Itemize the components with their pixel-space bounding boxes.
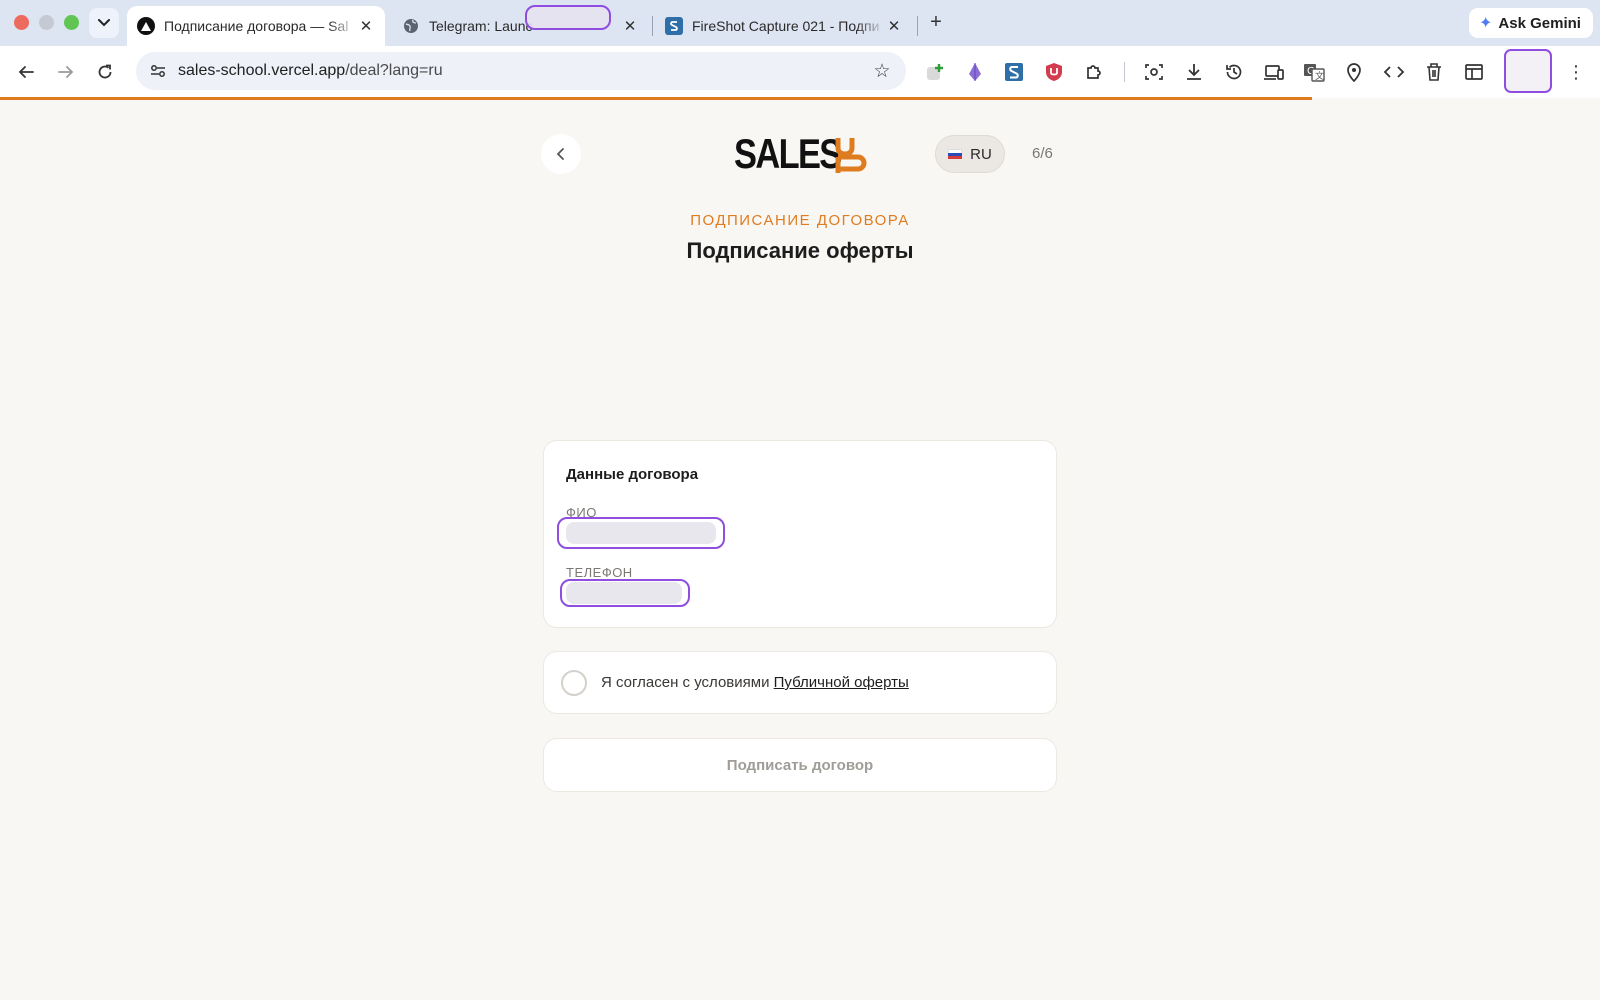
page-title: Подписание оферты [686,238,914,263]
new-tab-button[interactable]: + [925,11,947,33]
ask-gemini-label: Ask Gemini [1498,14,1581,32]
window-maximize-button[interactable] [64,15,79,30]
extensions-puzzle-icon[interactable] [1081,59,1107,85]
arrow-right-icon [58,66,74,78]
fireshot-icon [665,17,683,35]
vercel-triangle-icon [137,17,155,35]
russia-flag-icon [948,149,963,159]
site-settings-icon[interactable] [148,61,168,81]
logo-text: SALES [734,130,842,177]
reload-button[interactable] [91,58,119,86]
extension-add-icon[interactable] [922,59,948,85]
forward-button[interactable] [52,58,80,86]
tab-close-icon[interactable]: ✕ [621,17,639,35]
language-code: RU [970,145,992,163]
code-icon[interactable] [1381,59,1407,85]
contract-data-title: Данные договора [566,466,699,483]
location-pin-icon[interactable] [1341,59,1367,85]
ask-gemini-button[interactable]: ✦ Ask Gemini [1469,8,1593,38]
browser-toolbar: sales-school.vercel.app/deal?lang=ru ☆ G… [0,46,1600,98]
consent-text: Я согласен с условиями Публичной оферты [601,674,909,691]
page-load-progress-fill [0,97,1312,100]
toolbar-divider [1124,62,1125,82]
redaction-overlay [557,517,725,549]
tab-title: Подписание договора — Sal [164,18,349,34]
url-text: sales-school.vercel.app/deal?lang=ru [178,62,870,80]
browser-menu-icon[interactable]: ⋮ [1567,59,1585,85]
window-close-button[interactable] [14,15,29,30]
tab-fireshot[interactable]: FireShot Capture 021 - Подпи ✕ [655,6,913,46]
reload-icon [98,64,112,79]
extension-crystal-icon[interactable] [962,59,988,85]
tab-divider [652,16,653,36]
back-button[interactable] [12,58,40,86]
sign-contract-label: Подписать договор [726,756,874,774]
back-step-button[interactable] [541,134,581,174]
url-path: /deal?lang=ru [345,62,443,79]
fireshot-icon[interactable] [1001,59,1027,85]
tab-title: FireShot Capture 021 - Подпи [692,18,880,34]
gemini-sparkle-icon: ✦ [1479,15,1493,32]
tab-search-button[interactable] [89,8,119,38]
language-switcher[interactable]: RU [935,135,1005,173]
phone-label: ТЕЛЕФОН [566,565,633,580]
chevron-left-icon [556,148,564,160]
consent-label: Я согласен с условиями [601,674,774,691]
history-icon[interactable] [1221,59,1247,85]
screenshot-icon[interactable] [1141,59,1167,85]
profile-avatar-redacted[interactable] [1504,49,1552,93]
tab-close-icon[interactable]: ✕ [357,17,375,35]
arrow-left-icon [18,66,34,78]
chevron-down-icon [98,19,110,27]
window-minimize-button[interactable] [39,15,54,30]
devices-icon[interactable] [1261,59,1287,85]
tab-strip: Подписание договора — Sal ✕ Telegram: La… [0,0,1600,46]
layout-icon[interactable] [1461,59,1487,85]
sign-contract-button[interactable]: Подписать договор [543,738,1057,792]
public-offer-link[interactable]: Публичной оферты [774,674,909,691]
ublock-icon[interactable] [1041,59,1067,85]
globe-icon [402,17,420,35]
tab-close-icon[interactable]: ✕ [885,17,903,35]
contract-data-card: Данные договора ФИО ТЕЛЕФОН [543,440,1057,628]
sales-up-logo: SALES [734,130,869,177]
bookmark-star-icon[interactable]: ☆ [870,59,894,83]
logo-up-mark [835,138,867,173]
redaction-overlay [525,5,611,30]
trash-icon[interactable] [1421,59,1447,85]
address-bar[interactable]: sales-school.vercel.app/deal?lang=ru ☆ [136,52,906,90]
page-header: SALES RU 6/6 [541,130,1058,177]
page-load-progress [0,97,1600,100]
offer-consent-card[interactable]: Я согласен с условиями Публичной оферты [543,651,1057,714]
download-icon[interactable] [1181,59,1207,85]
step-counter: 6/6 [1032,145,1053,162]
section-eyebrow: ПОДПИСАНИЕ ДОГОВОРА [690,212,910,229]
tab-divider [917,16,918,36]
url-host: sales-school.vercel.app [178,62,346,79]
svg-text:文: 文 [1315,70,1324,82]
redaction-overlay [560,579,690,607]
tab-deal[interactable]: Подписание договора — Sal ✕ [127,6,385,46]
offer-consent-checkbox[interactable] [561,669,587,696]
translate-icon[interactable]: G文 [1301,59,1327,85]
